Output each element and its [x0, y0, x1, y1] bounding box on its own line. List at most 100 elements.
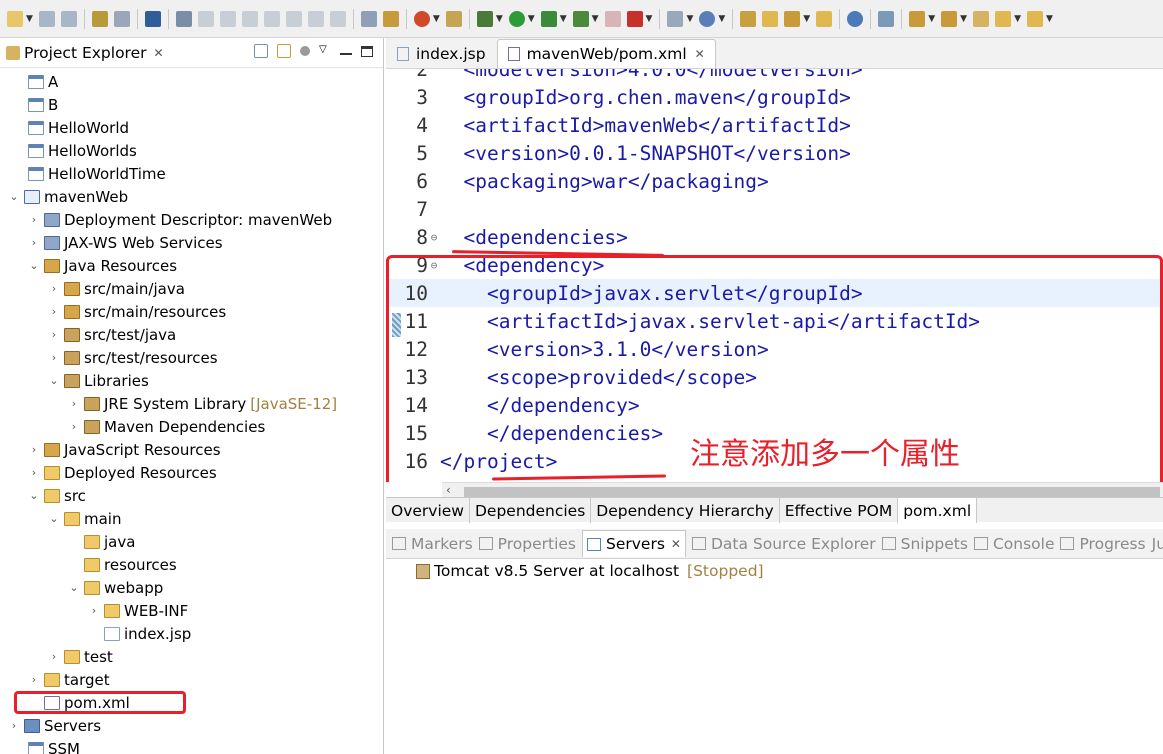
- tab-index-jsp[interactable]: index.jsp: [386, 39, 497, 68]
- collapse-all-icon[interactable]: [254, 44, 268, 58]
- tab-console[interactable]: Console: [973, 535, 1054, 553]
- tree-item[interactable]: A: [0, 70, 383, 93]
- open-type-icon[interactable]: [740, 10, 757, 27]
- run-icon[interactable]: [508, 10, 525, 27]
- tab-properties[interactable]: Properties: [478, 535, 576, 553]
- server-item[interactable]: Tomcat v8.5 Server at localhost [Stopped…: [416, 562, 764, 580]
- expand-toggle-icon[interactable]: ⌄: [48, 512, 60, 525]
- globe-icon[interactable]: [847, 10, 864, 27]
- new-class-icon[interactable]: [699, 10, 716, 27]
- scroll-left-icon[interactable]: ‹: [446, 483, 451, 497]
- new-server-icon[interactable]: [445, 10, 462, 27]
- expand-toggle-icon[interactable]: ⌄: [48, 374, 60, 387]
- tree-item[interactable]: ⌄ main: [0, 507, 383, 530]
- tab-servers[interactable]: Servers ✕: [582, 530, 686, 557]
- stop-icon[interactable]: [604, 10, 621, 27]
- tree-item[interactable]: › JavaScript Resources: [0, 438, 383, 461]
- debug-dropdown-icon[interactable]: ▼: [496, 14, 503, 24]
- tree-item[interactable]: › WEB-INF: [0, 599, 383, 622]
- scrollbar-thumb[interactable]: [464, 487, 1160, 497]
- tree-item[interactable]: › src/main/resources: [0, 300, 383, 323]
- coverage-icon[interactable]: [540, 10, 557, 27]
- tree-item[interactable]: ⌄ Libraries: [0, 369, 383, 392]
- tree-item[interactable]: › Deployed Resources: [0, 461, 383, 484]
- forward-dropdown-icon[interactable]: ▼: [1046, 14, 1053, 24]
- tree-item[interactable]: SSM: [0, 737, 383, 754]
- view-menu-icon[interactable]: ▽: [319, 44, 331, 58]
- code-area[interactable]: 2 <modelVersion>4.0.0</modelVersion> 3 <…: [386, 69, 1163, 482]
- tree-item[interactable]: › Maven Dependencies: [0, 415, 383, 438]
- external-tools-dropdown-icon[interactable]: ▼: [592, 14, 599, 24]
- terminal-icon[interactable]: [144, 10, 161, 27]
- link-with-editor-icon[interactable]: [277, 44, 291, 58]
- collapsed-toggle-icon[interactable]: ›: [88, 604, 100, 617]
- collapsed-toggle-icon[interactable]: ›: [48, 328, 60, 341]
- next-annotation-icon[interactable]: [909, 10, 926, 27]
- collapsed-toggle-icon[interactable]: ›: [28, 236, 40, 249]
- tree-item[interactable]: › Servers: [0, 714, 383, 737]
- collapsed-toggle-icon[interactable]: ›: [8, 719, 20, 732]
- tab-dependency-hierarchy[interactable]: Dependency Hierarchy: [591, 498, 780, 523]
- back-dropdown-icon[interactable]: ▼: [1014, 14, 1021, 24]
- collapsed-toggle-icon[interactable]: ›: [48, 282, 60, 295]
- search-icon[interactable]: [784, 10, 801, 27]
- open-folder-icon[interactable]: [762, 10, 779, 27]
- collapsed-toggle-icon[interactable]: ›: [28, 213, 40, 226]
- disconnect-icon[interactable]: [263, 10, 280, 27]
- new-dropdown-icon[interactable]: ▼: [26, 14, 33, 24]
- tree-item[interactable]: HelloWorldTime: [0, 162, 383, 185]
- open-perspective-icon[interactable]: [816, 10, 833, 27]
- tree-item[interactable]: resources: [0, 553, 383, 576]
- tab-markers[interactable]: Markers: [392, 535, 473, 553]
- tree-item[interactable]: ⌄ webapp: [0, 576, 383, 599]
- back-icon[interactable]: [995, 10, 1012, 27]
- close-icon[interactable]: ✕: [695, 47, 705, 61]
- expand-toggle-icon[interactable]: ⌄: [28, 259, 40, 272]
- tree-item[interactable]: HelloWorld: [0, 116, 383, 139]
- collapsed-toggle-icon[interactable]: ›: [48, 650, 60, 663]
- tree-item[interactable]: HelloWorlds: [0, 139, 383, 162]
- filter-icon[interactable]: [300, 46, 310, 56]
- tab-progress[interactable]: Progress: [1060, 535, 1146, 553]
- minimize-icon[interactable]: [340, 47, 352, 55]
- tab-dependencies[interactable]: Dependencies: [470, 498, 592, 523]
- open-task-icon[interactable]: [413, 10, 430, 27]
- new-java-project-icon[interactable]: [667, 10, 684, 27]
- tree-item[interactable]: › src/main/java: [0, 277, 383, 300]
- close-icon[interactable]: ✕: [154, 46, 164, 60]
- save-all-icon[interactable]: [60, 10, 77, 27]
- expand-toggle-icon[interactable]: ⌄: [68, 581, 80, 594]
- tree-item[interactable]: › src/test/java: [0, 323, 383, 346]
- publish-dropdown-icon[interactable]: ▼: [646, 14, 653, 24]
- suspend-icon[interactable]: [219, 10, 236, 27]
- publish-icon[interactable]: [626, 10, 643, 27]
- coverage-dropdown-icon[interactable]: ▼: [560, 14, 567, 24]
- build-all-icon[interactable]: [113, 10, 130, 27]
- tab-effective-pom[interactable]: Effective POM: [780, 498, 899, 523]
- forward-icon[interactable]: [1026, 10, 1043, 27]
- external-tools-icon[interactable]: [572, 10, 589, 27]
- prev-annotation-icon[interactable]: [941, 10, 958, 27]
- run-dropdown-icon[interactable]: ▼: [528, 14, 535, 24]
- use-step-filters-icon[interactable]: [382, 10, 399, 27]
- tree-item[interactable]: › target: [0, 668, 383, 691]
- step-return-icon[interactable]: [329, 10, 346, 27]
- tab-overview[interactable]: Overview: [386, 498, 470, 523]
- tree-item[interactable]: java: [0, 530, 383, 553]
- tab-junit[interactable]: Ju: [1152, 535, 1163, 553]
- drop-to-frame-icon[interactable]: [360, 10, 377, 27]
- collapsed-toggle-icon[interactable]: ›: [68, 420, 80, 433]
- close-icon[interactable]: ✕: [671, 537, 681, 551]
- next-annotation-dropdown-icon[interactable]: ▼: [928, 14, 935, 24]
- collapsed-toggle-icon[interactable]: ›: [68, 397, 80, 410]
- tab-pom-xml[interactable]: mavenWeb/pom.xml ✕: [496, 39, 716, 68]
- new-icon[interactable]: [7, 10, 23, 27]
- tab-snippets[interactable]: Snippets: [881, 535, 968, 553]
- tree-item[interactable]: › test: [0, 645, 383, 668]
- maximize-icon[interactable]: [361, 45, 373, 57]
- save-icon[interactable]: [38, 10, 55, 27]
- terminate-icon[interactable]: [241, 10, 258, 27]
- project-explorer-title[interactable]: Project Explorer: [24, 44, 147, 62]
- tree-item[interactable]: › JRE System Library [JavaSE-12]: [0, 392, 383, 415]
- tree-item[interactable]: › JAX-WS Web Services: [0, 231, 383, 254]
